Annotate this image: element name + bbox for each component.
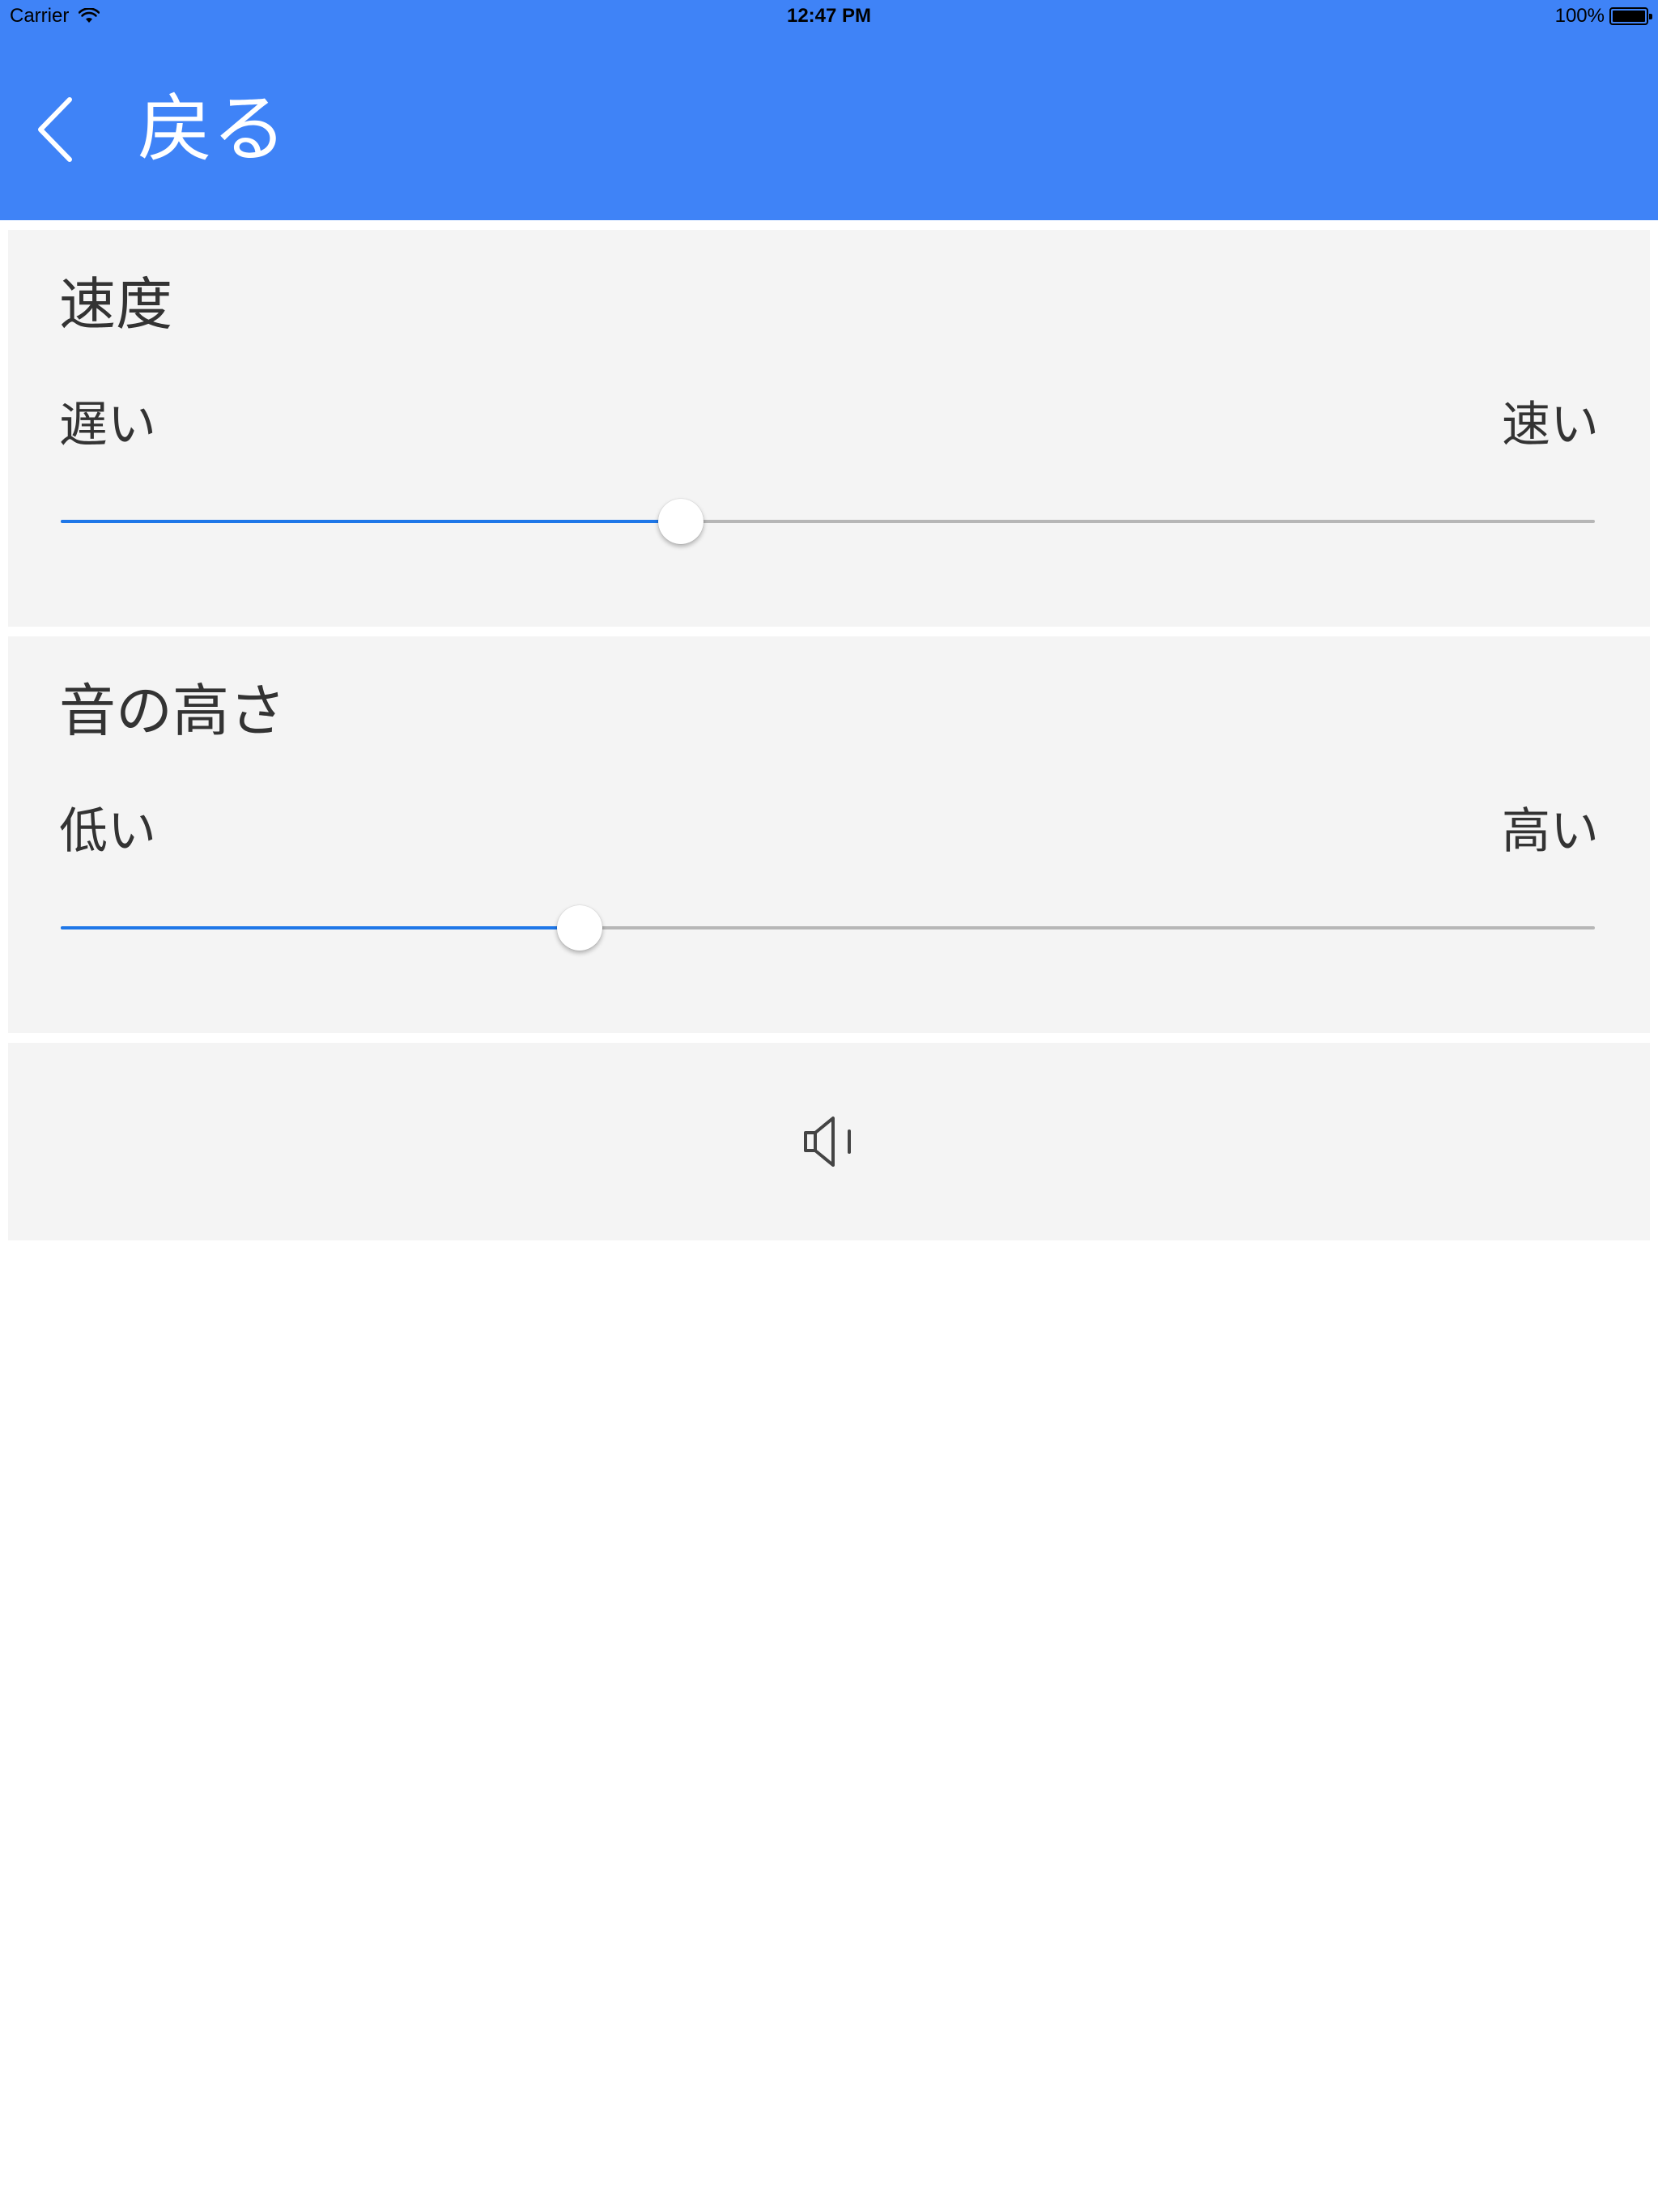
battery-icon xyxy=(1609,7,1652,25)
battery-percent: 100% xyxy=(1554,5,1605,27)
status-right: 100% xyxy=(1554,5,1652,28)
play-card xyxy=(8,1043,1650,1240)
speed-slider[interactable] xyxy=(61,497,1595,546)
speed-min-label: 遅い xyxy=(59,397,156,453)
pitch-slider-fill xyxy=(61,926,580,929)
pitch-card: 音の高さ 低い 高い xyxy=(8,636,1650,1033)
speed-max-label: 速い xyxy=(1502,397,1599,453)
chevron-left-icon xyxy=(38,97,72,162)
pitch-title: 音の高さ xyxy=(59,678,286,744)
speed-title: 速度 xyxy=(59,271,172,338)
play-button[interactable] xyxy=(789,1101,869,1182)
pitch-slider-thumb[interactable] xyxy=(556,905,602,951)
back-button[interactable]: 戻る xyxy=(32,81,287,178)
navigation-bar: 戻る xyxy=(0,32,1658,220)
pitch-max-label: 高い xyxy=(1502,803,1599,860)
pitch-min-label: 低い xyxy=(59,803,156,860)
status-time: 12:47 PM xyxy=(786,5,872,27)
speaker-icon xyxy=(804,1117,851,1167)
speed-slider-fill xyxy=(61,520,681,523)
speed-card: 速度 遅い 速い xyxy=(8,230,1650,627)
pitch-slider[interactable] xyxy=(61,904,1595,952)
speed-slider-thumb[interactable] xyxy=(657,499,704,544)
status-bar: Carrier 12:47 PM 100% xyxy=(0,0,1658,32)
back-label: 戻る xyxy=(138,86,287,172)
